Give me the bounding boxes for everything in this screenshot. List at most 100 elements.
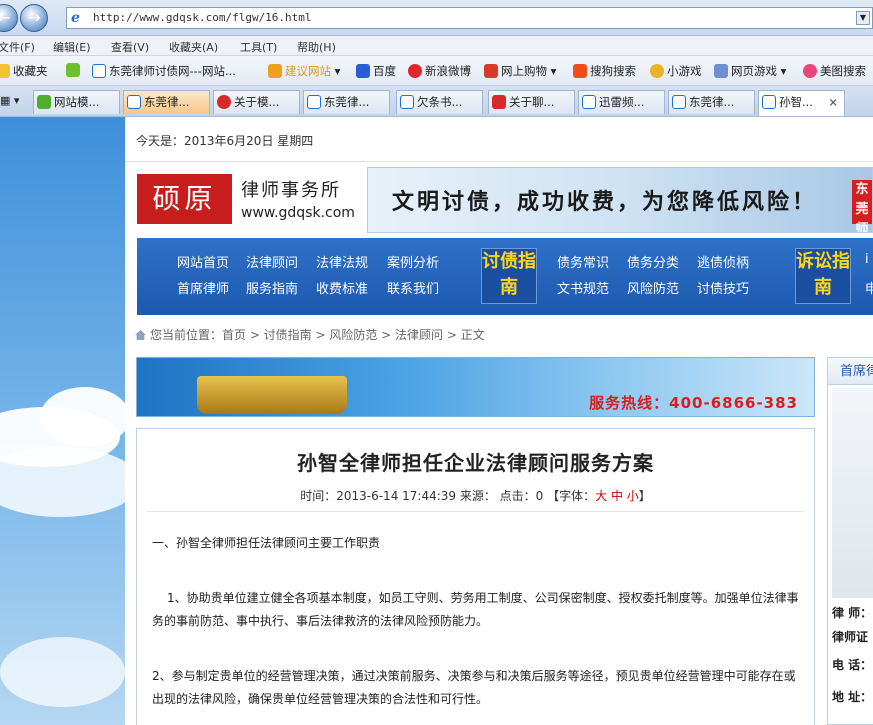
nav-debt-evasion[interactable]: 逃债侦柄 xyxy=(697,252,749,271)
gold-boat-image xyxy=(197,376,347,414)
article-meta: 时间：2013-6-14 17:44:39 来源： 点击：0 【字体：大 中 小… xyxy=(137,487,814,504)
font-size-links[interactable]: 大 中 小 xyxy=(595,489,639,503)
tab-4[interactable]: 东莞律... xyxy=(303,90,390,114)
main-nav: 网站首页 法律顾问 法律法规 案例分析 首席律师 服务指南 收费标准 联系我们 … xyxy=(137,238,873,315)
ie-page-icon xyxy=(92,64,106,78)
menu-file[interactable]: 文件(F) xyxy=(0,39,35,55)
back-button[interactable]: ← xyxy=(0,4,18,32)
today-date: 今天是：2013年6月20日 星期四 xyxy=(136,134,314,148)
nav-debt-types[interactable]: 债务分类 xyxy=(627,252,679,271)
ie-page-icon xyxy=(672,95,686,109)
chevron-down-icon[interactable]: ▼ xyxy=(856,11,870,25)
nav-cases[interactable]: 案例分析 xyxy=(387,252,439,271)
weibo-icon xyxy=(408,64,422,78)
cloud-decoration xyxy=(0,637,125,707)
nav-edge-item[interactable]: 申 xyxy=(865,278,873,297)
home-icon xyxy=(135,330,146,340)
menu-help[interactable]: 帮助(H) xyxy=(297,39,336,55)
ie-page-icon xyxy=(127,95,141,109)
tab-3[interactable]: 关于模... xyxy=(213,90,300,114)
nav-home[interactable]: 网站首页 xyxy=(177,252,229,271)
sidebar-license-label: 律师证 xyxy=(832,630,869,644)
sidebar-phone-label: 电 话： xyxy=(832,658,873,672)
tab-2[interactable]: 东莞律... xyxy=(123,90,210,114)
nav-debt-basics[interactable]: 债务常识 xyxy=(557,252,609,271)
ie-page-icon xyxy=(400,95,414,109)
fav-item-webgames[interactable]: 网页游戏 ▾ xyxy=(714,63,786,79)
nav-litigation-guide-button[interactable]: 诉讼指南 xyxy=(795,248,851,304)
forward-button[interactable]: → xyxy=(20,4,48,32)
tab-5[interactable]: 欠条书... xyxy=(396,90,483,114)
slogan-side-label: 东莞 师 xyxy=(852,180,872,232)
page-icon xyxy=(492,95,506,109)
shopping-icon xyxy=(484,64,498,78)
ie-page-icon xyxy=(582,95,596,109)
fav-item-baidu[interactable]: 百度 xyxy=(356,63,396,79)
site-logo[interactable]: 硕原 律师事务所 www.gdqsk.com xyxy=(137,172,367,228)
fav-item-shopping[interactable]: 网上购物 ▾ xyxy=(484,63,556,79)
nav-fees[interactable]: 收费标准 xyxy=(316,278,368,297)
tab-7[interactable]: 迅雷频... xyxy=(578,90,665,114)
suggested-sites-icon xyxy=(268,64,282,78)
close-tab-icon[interactable]: × xyxy=(828,91,838,113)
nav-chief-lawyer[interactable]: 首席律师 xyxy=(177,278,229,297)
tab-8[interactable]: 东莞律... xyxy=(668,90,755,114)
address-url[interactable]: http://www.gdqsk.com/flgw/16.html xyxy=(93,11,312,24)
meitu-icon xyxy=(803,64,817,78)
nav-edge-item[interactable]: i xyxy=(865,252,869,267)
nav-collection-skills[interactable]: 讨债技巧 xyxy=(697,278,749,297)
logo-domain: www.gdqsk.com xyxy=(241,205,355,221)
fav-item-sogou[interactable]: 搜狗搜索 xyxy=(573,63,636,79)
menu-tools[interactable]: 工具(T) xyxy=(240,39,277,55)
nav-debt-guide-button[interactable]: 讨债指南 xyxy=(481,248,537,304)
nav-document-norms[interactable]: 文书规范 xyxy=(557,278,609,297)
breadcrumb-text[interactable]: 您当前位置：首页 > 讨债指南 > 风险防范 > 法律顾问 > 正文 xyxy=(150,328,485,342)
page-icon xyxy=(217,95,231,109)
lawyer-photo xyxy=(832,388,873,598)
webgame-icon xyxy=(714,64,728,78)
address-field[interactable]: e http://www.gdqsk.com/flgw/16.html ▼ xyxy=(66,7,873,29)
balloon-icon xyxy=(650,64,664,78)
breadcrumb: 您当前位置：首页 > 讨债指南 > 风险防范 > 法律顾问 > 正文 xyxy=(135,326,485,343)
nav-legal-advisor[interactable]: 法律顾问 xyxy=(246,252,298,271)
favorites-bar: 收藏夹 东莞律师讨债网---网站... 建议网站 ▾ 百度 新浪微博 网上购物 … xyxy=(0,56,873,86)
sky-background xyxy=(0,117,140,725)
article-meta-text: 时间：2013-6-14 17:44:39 来源： 点击：0 【字体： xyxy=(300,489,596,503)
tab-1[interactable]: 网站模... xyxy=(33,90,120,114)
menu-view[interactable]: 查看(V) xyxy=(111,39,149,55)
slogan-banner: 文明讨债，成功收费，为您降低风险！ 东莞 师 xyxy=(367,167,873,233)
cloud-decoration xyxy=(0,447,140,517)
fav-item-weibo[interactable]: 新浪微博 xyxy=(408,63,471,79)
hotline-banner: 服务热线：400-6866-383 xyxy=(136,357,815,417)
page-icon xyxy=(37,95,51,109)
ie-page-icon xyxy=(307,95,321,109)
tab-grid-icon[interactable]: ▦ ▾ xyxy=(0,94,19,107)
slogan-text: 文明讨债，成功收费，为您降低风险！ xyxy=(392,190,818,215)
menu-favorites[interactable]: 收藏夹(A) xyxy=(169,39,218,55)
favorites-button[interactable]: 收藏夹 xyxy=(0,63,48,79)
sidebar-lawyer-label: 律 师： xyxy=(832,606,873,620)
article-paragraph: 2、参与制定贵单位的经营管理决策，通过决策前服务、决策参与和决策后服务等途径，预… xyxy=(152,669,796,706)
nav-laws[interactable]: 法律法规 xyxy=(316,252,368,271)
web-page: 今天是：2013年6月20日 星期四 硕原 律师事务所 www.gdqsk.co… xyxy=(125,117,873,725)
article-heading-1: 一、孙智全律师担任法律顾问主要工作职责 xyxy=(152,536,381,550)
fav-item-gdqsk[interactable]: 东莞律师讨债网---网站... xyxy=(92,63,236,79)
tab-9-active[interactable]: 孙智... × xyxy=(758,90,845,116)
menu-edit[interactable]: 编辑(E) xyxy=(53,39,91,55)
fav-item-suggested[interactable]: 建议网站 ▾ xyxy=(268,63,340,79)
article-meta-end: 】 xyxy=(638,489,651,503)
fav-add[interactable] xyxy=(66,63,83,77)
baidu-icon xyxy=(356,64,370,78)
fav-item-meitu[interactable]: 美图搜索 xyxy=(803,63,866,79)
nav-contact[interactable]: 联系我们 xyxy=(387,278,439,297)
ie-page-icon xyxy=(762,95,776,109)
tab-6[interactable]: 关于聊... xyxy=(488,90,575,114)
hotline-text: 服务热线：400-6866-383 xyxy=(589,394,798,412)
fav-item-minigames[interactable]: 小游戏 xyxy=(650,63,702,79)
tab-bar: ▦ ▾ 网站模... 东莞律... 关于模... 东莞律... 欠条书... 关… xyxy=(0,86,873,117)
logo-seal: 硕原 xyxy=(137,174,232,224)
date-bar: 今天是：2013年6月20日 星期四 xyxy=(125,117,873,162)
nav-service-guide[interactable]: 服务指南 xyxy=(246,278,298,297)
nav-risk-prevention[interactable]: 风险防范 xyxy=(627,278,679,297)
sidebar-header[interactable]: 首席律 xyxy=(828,358,873,385)
